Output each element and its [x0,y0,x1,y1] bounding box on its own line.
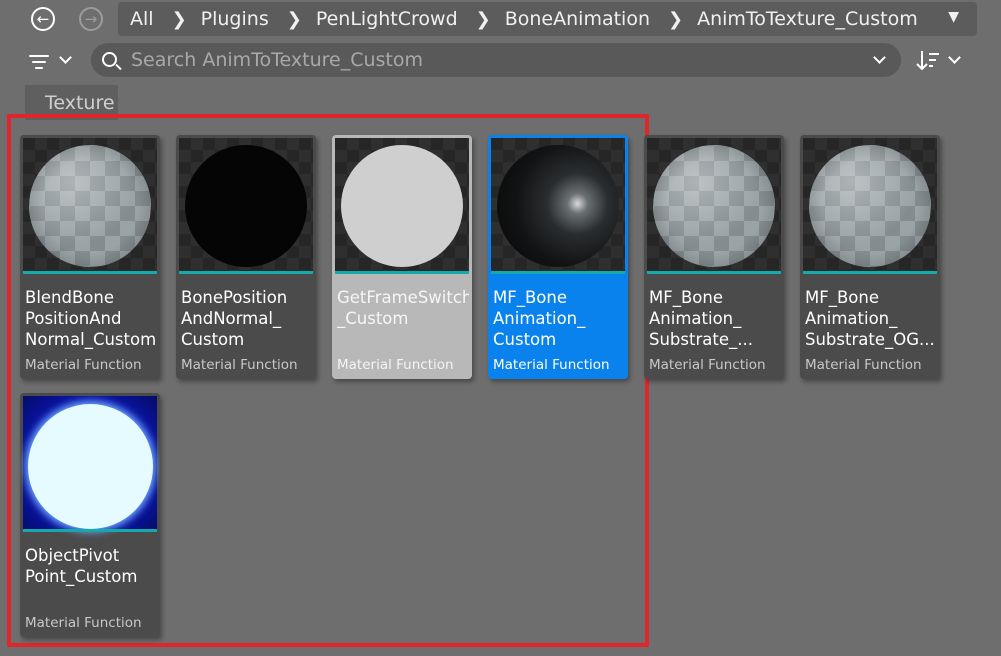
arrow-left-icon: ← [36,9,50,28]
asset-type-bar [803,271,937,274]
forward-button[interactable]: → [79,7,103,31]
asset-thumbnail [647,138,781,274]
sort-icon [916,51,939,71]
asset-name: MF_Bone Animation_ Custom [493,288,586,349]
asset-name: BlendBone PositionAnd Normal_Custom [25,288,157,349]
navigation-bar: ← → All ❯ Plugins ❯ PenLightCrowd ❯ Bone… [0,0,1001,38]
search-icon [102,52,117,67]
chevron-down-icon [59,51,72,64]
asset-type-bar [179,271,313,274]
back-button[interactable]: ← [31,7,55,31]
search-input[interactable] [131,43,851,77]
asset-tile[interactable]: BlendBone PositionAnd Normal_Custom Mate… [20,135,160,379]
breadcrumb-item-all[interactable]: All [118,8,154,30]
chevron-right-icon: ❯ [171,8,187,30]
asset-type-bar [23,529,157,532]
breadcrumb: All ❯ Plugins ❯ PenLightCrowd ❯ BoneAnim… [118,2,977,36]
asset-type: Material Function [181,357,298,373]
checker-sphere-icon [809,145,931,267]
breadcrumb-item-animtotexture-custom[interactable]: AnimToTexture_Custom [683,8,918,30]
asset-thumbnail [23,138,157,274]
chevron-down-icon [948,51,961,64]
asset-name: ObjectPivot Point_Custom [25,546,138,586]
asset-type: Material Function [649,357,766,373]
asset-tile[interactable]: ObjectPivot Point_Custom Material Functi… [20,393,160,637]
asset-tile[interactable]: GetFrameSwitch _Custom Material Function [332,135,472,379]
asset-type: Material Function [337,357,454,373]
black-sphere-icon [185,145,307,267]
asset-thumbnail [179,138,313,274]
asset-thumbnail [335,138,469,274]
breadcrumb-item-penlightcrowd[interactable]: PenLightCrowd [302,8,458,30]
white-sphere-icon [341,145,463,267]
filter-icon [29,53,49,69]
asset-tile[interactable]: BonePosition AndNormal_ Custom Material … [176,135,316,379]
chevron-down-icon[interactable]: ▼ [948,9,959,25]
chevron-down-icon[interactable] [873,51,886,64]
asset-tile-selected[interactable]: MF_Bone Animation_ Custom Material Funct… [488,135,628,379]
chevron-right-icon: ❯ [286,8,302,30]
chevron-right-icon: ❯ [475,8,491,30]
dark-glossy-sphere-icon [497,145,619,267]
asset-name: MF_Bone Animation_ Substrate_OG... [805,288,935,349]
asset-type: Material Function [25,357,142,373]
glowing-white-sphere-icon [28,404,153,529]
asset-tile[interactable]: MF_Bone Animation_ Substrate_OG... Mater… [800,135,940,379]
sort-button[interactable] [915,47,965,75]
asset-name: GetFrameSwitch _Custom [337,288,469,328]
asset-type: Material Function [805,357,922,373]
chevron-right-icon: ❯ [668,8,684,30]
filter-button[interactable] [27,47,77,75]
asset-name: BonePosition AndNormal_ Custom [181,288,288,349]
arrow-right-icon: → [84,9,98,28]
asset-tile[interactable]: MF_Bone Animation_ Substrate_... Materia… [644,135,784,379]
asset-thumbnail [491,138,625,274]
checker-sphere-icon [653,145,775,267]
breadcrumb-item-plugins[interactable]: Plugins [187,8,269,30]
asset-type: Material Function [25,615,142,631]
asset-thumbnail [23,396,157,532]
asset-thumbnail [803,138,937,274]
asset-type-bar [491,271,625,274]
asset-type-bar [23,271,157,274]
search-box[interactable] [91,43,901,77]
checker-sphere-icon [29,145,151,267]
asset-type-bar [335,271,469,274]
breadcrumb-item-boneanimation[interactable]: BoneAnimation [491,8,650,30]
asset-name: MF_Bone Animation_ Substrate_... [649,288,753,349]
asset-type: Material Function [493,357,610,373]
asset-type-bar [647,271,781,274]
